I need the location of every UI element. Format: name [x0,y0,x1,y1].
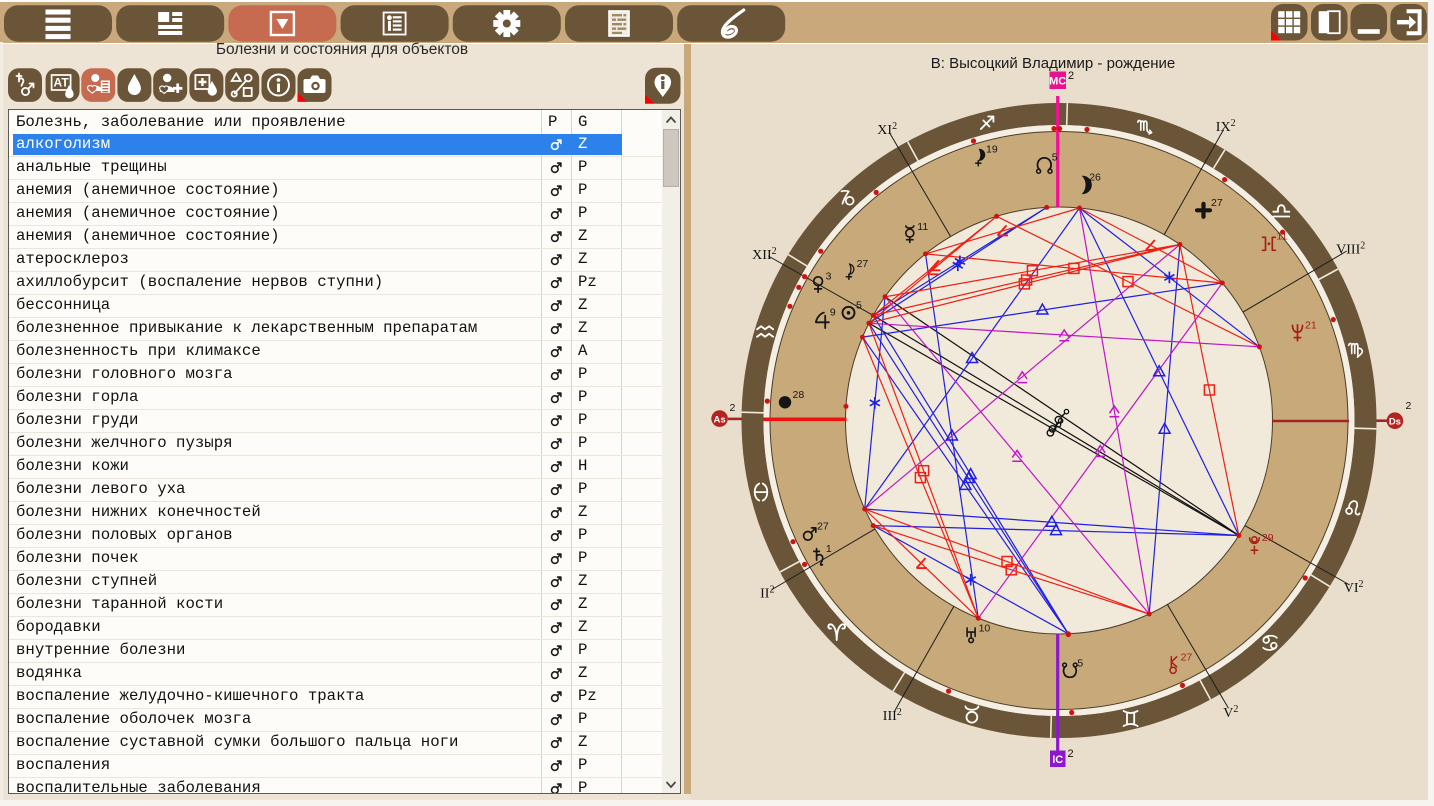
svg-text:19: 19 [986,144,998,156]
svg-text:11: 11 [917,221,928,233]
svg-text:Ds: Ds [1389,416,1401,427]
svg-text:1: 1 [826,543,832,555]
svg-text:27: 27 [857,258,869,270]
svg-text:MC: MC [1049,76,1066,88]
svg-text:IC: IC [1052,754,1063,766]
svg-text:XII2: XII2 [752,246,776,263]
svg-text:2: 2 [730,402,736,414]
svg-text:As: As [714,414,726,425]
svg-text:27: 27 [1211,197,1223,209]
svg-text:26: 26 [1089,171,1101,183]
svg-text:21: 21 [1305,319,1317,331]
svg-text:VIII2: VIII2 [1336,241,1365,258]
svg-text:27: 27 [1181,652,1193,664]
svg-text:2: 2 [1406,400,1412,412]
svg-text:AT: AT [54,76,70,90]
svg-text:XI2: XI2 [877,121,897,138]
svg-text:II2: II2 [760,584,774,601]
svg-text:3: 3 [826,271,832,283]
svg-text:IX2: IX2 [1216,118,1236,135]
svg-text:10: 10 [979,622,991,634]
svg-text:В: Высоцкий Владимир - рождени: В: Высоцкий Владимир - рождение [931,55,1175,72]
svg-text:V2: V2 [1223,704,1238,721]
svg-text:2: 2 [1068,748,1074,760]
svg-text:5: 5 [856,299,862,311]
svg-text:5: 5 [1077,657,1083,669]
svg-text:VI2: VI2 [1344,579,1364,596]
svg-text:III2: III2 [883,707,902,724]
svg-text:29: 29 [1262,532,1274,544]
svg-text:2: 2 [1068,70,1074,82]
svg-text:9: 9 [830,307,836,319]
svg-text:5: 5 [1052,151,1058,163]
svg-text:27: 27 [817,521,829,533]
svg-text:28: 28 [793,389,805,401]
